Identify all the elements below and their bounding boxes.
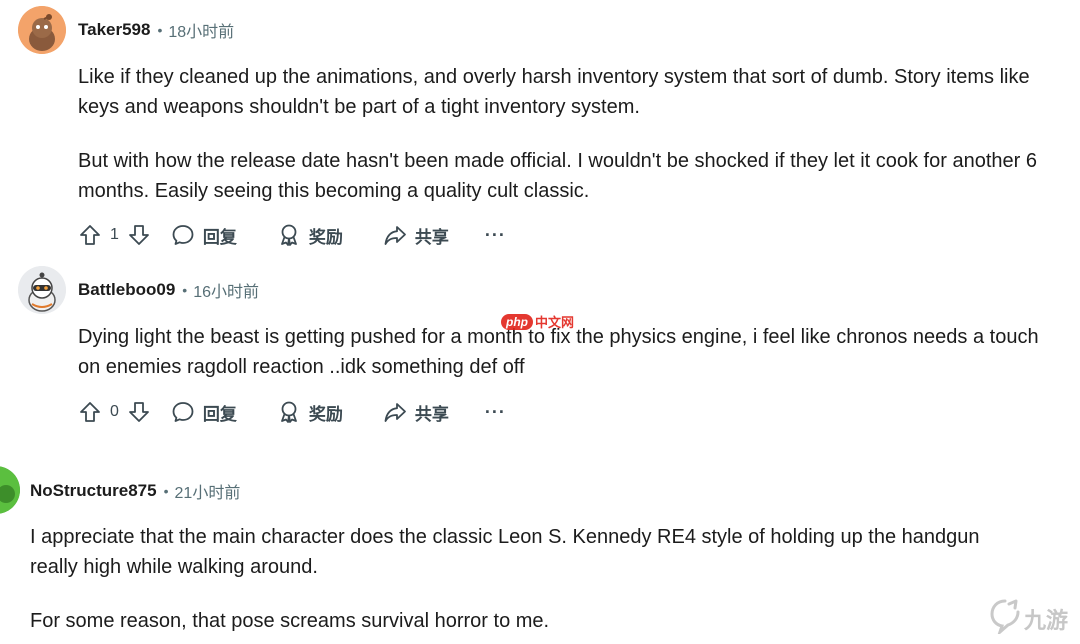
award-button[interactable]: 奖励: [277, 223, 343, 248]
comment-actions: 1 回复 奖励 共享 ···: [78, 220, 506, 250]
vote-count: 0: [110, 403, 119, 420]
downvote-icon[interactable]: [127, 400, 151, 424]
award-label: 奖励: [308, 404, 343, 424]
award-label: 奖励: [308, 227, 343, 247]
share-button[interactable]: 共享: [383, 223, 449, 248]
reply-button[interactable]: 回复: [171, 223, 237, 248]
more-options-button[interactable]: ···: [485, 402, 506, 423]
more-options-button[interactable]: ···: [485, 225, 506, 246]
award-icon: [277, 400, 301, 424]
reply-label: 回复: [202, 404, 237, 424]
username[interactable]: Taker598: [78, 20, 150, 40]
avatar[interactable]: [18, 266, 66, 314]
comment-body: Like if they cleaned up the animations, …: [78, 62, 1053, 206]
share-icon: [383, 223, 407, 247]
comment-actions: 0 回复 奖励 共享 ···: [78, 397, 506, 427]
comment-meta: NoStructure875 • 21小时前: [30, 479, 240, 503]
downvote-icon[interactable]: [127, 223, 151, 247]
comment-battleboo09: Battleboo09 • 16小时前 Dying light the beas…: [0, 260, 1080, 440]
separator-dot: •: [182, 282, 188, 298]
snoo-avatar-icon: [18, 6, 66, 54]
upvote-icon[interactable]: [78, 400, 102, 424]
share-button[interactable]: 共享: [383, 400, 449, 425]
logo-text: 九游: [1024, 607, 1069, 633]
corner-logo: 九游: [988, 598, 1068, 639]
comment-meta: Battleboo09 • 16小时前: [78, 278, 259, 302]
comment-paragraph: Like if they cleaned up the animations, …: [78, 66, 1030, 118]
award-icon: [277, 223, 301, 247]
share-label: 共享: [414, 227, 449, 247]
username[interactable]: NoStructure875: [30, 481, 157, 501]
comment-nostructure875: NoStructure875 • 21小时前 I appreciate that…: [0, 460, 1080, 644]
comment-meta: Taker598 • 18小时前: [78, 18, 234, 42]
comment-paragraph: But with how the release date hasn't bee…: [78, 150, 1037, 202]
avatar[interactable]: [18, 6, 66, 54]
separator-dot: •: [163, 483, 169, 499]
php-watermark: php 中文网: [501, 312, 574, 331]
separator-dot: •: [157, 22, 163, 38]
comment-paragraph: For some reason, that pose screams survi…: [30, 610, 550, 632]
comment-bubble-icon: [171, 223, 195, 247]
username[interactable]: Battleboo09: [78, 280, 175, 300]
reply-label: 回复: [202, 227, 237, 247]
snoo-avatar-icon: [0, 466, 20, 514]
vote-group: 1: [78, 223, 151, 247]
vote-count: 1: [110, 226, 119, 243]
upvote-icon[interactable]: [78, 223, 102, 247]
comment-paragraph: Dying light the beast is getting pushed …: [78, 326, 1039, 378]
logo-icon: [988, 598, 1022, 639]
snoo-avatar-icon: [18, 266, 66, 314]
timestamp[interactable]: 18小时前: [168, 18, 234, 42]
share-icon: [383, 400, 407, 424]
comment-paragraph: I appreciate that the main character doe…: [30, 526, 980, 578]
reply-button[interactable]: 回复: [171, 400, 237, 425]
comment-body: I appreciate that the main character doe…: [30, 522, 1030, 636]
timestamp[interactable]: 16小时前: [193, 278, 259, 302]
watermark-badge: php: [501, 313, 533, 330]
vote-group: 0: [78, 400, 151, 424]
comment-bubble-icon: [171, 400, 195, 424]
watermark-text: 中文网: [535, 315, 575, 330]
comment-body: Dying light the beast is getting pushed …: [78, 322, 1053, 382]
award-button[interactable]: 奖励: [277, 400, 343, 425]
share-label: 共享: [414, 404, 449, 424]
comment-taker598: Taker598 • 18小时前 Like if they cleaned up…: [0, 0, 1080, 260]
timestamp[interactable]: 21小时前: [175, 479, 241, 503]
avatar[interactable]: [0, 466, 20, 514]
